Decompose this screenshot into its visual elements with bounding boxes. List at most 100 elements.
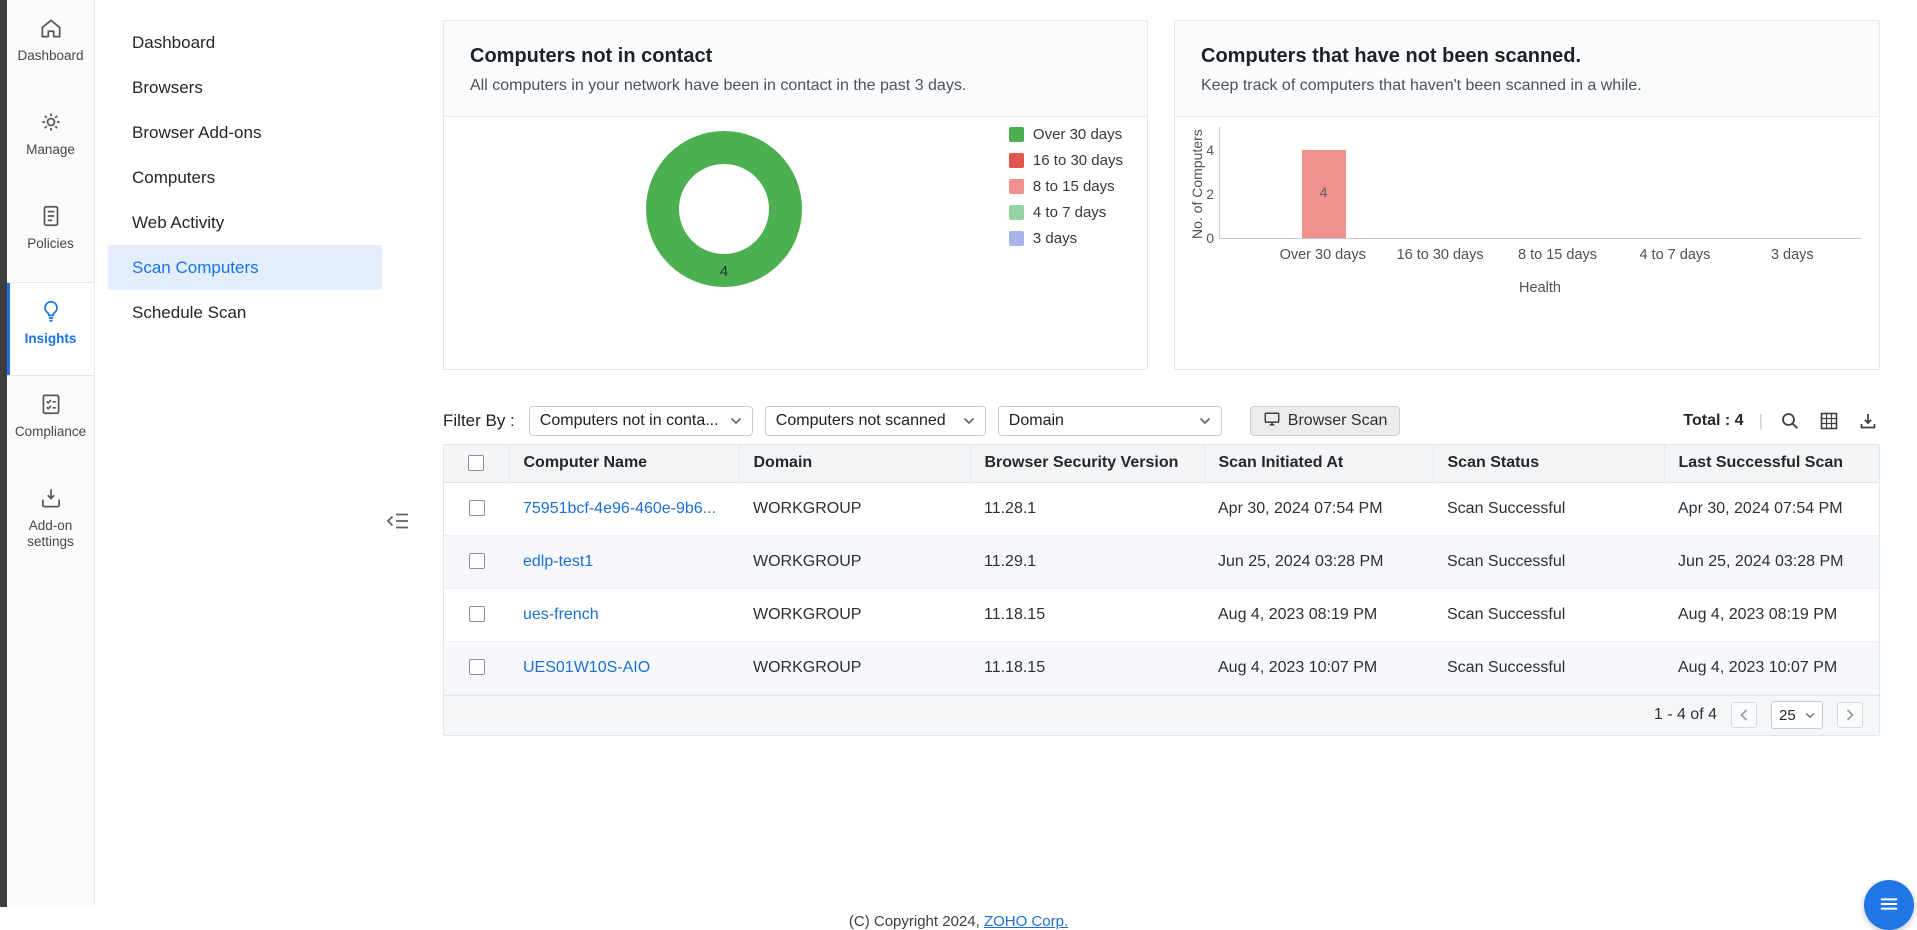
main-content: Computers not in contact All computers i… (395, 0, 1917, 907)
column-header-scan-initiated[interactable]: Scan Initiated At (1204, 445, 1433, 482)
legend-item-over-30-days[interactable]: Over 30 days (1009, 121, 1123, 147)
computer-name-link[interactable]: edlp-test1 (523, 553, 593, 570)
y-tick: 4 (1194, 142, 1214, 158)
last-scan-cell: Jun 25, 2024 03:28 PM (1664, 535, 1879, 588)
filter-by-label: Filter By : (443, 411, 515, 431)
table-header-row: Computer Name Domain Browser Security Ve… (444, 445, 1879, 482)
legend-item-4-to-7-days[interactable]: 4 to 7 days (1009, 199, 1123, 225)
toolbar-right-group: Total : 4 | (1683, 409, 1880, 433)
legend-item-3-days[interactable]: 3 days (1009, 225, 1123, 251)
select-all-checkbox[interactable] (468, 455, 484, 471)
quick-actions-fab[interactable] (1864, 880, 1914, 930)
pagination-bar: 1 - 4 of 4 25 (444, 695, 1879, 735)
row-checkbox[interactable] (469, 659, 485, 675)
rail-item-policies[interactable]: Policies (7, 188, 94, 282)
rail-item-insights[interactable]: Insights (7, 282, 94, 376)
sidebar-item-dashboard[interactable]: Dashboard (108, 20, 382, 65)
column-header-version[interactable]: Browser Security Version (970, 445, 1204, 482)
bar-chart-area: No. of Computers 4 2 0 4 Over 30 days (1175, 117, 1879, 343)
filter-domain-select[interactable]: Domain (998, 406, 1222, 436)
card-computers-not-in-contact: Computers not in contact All computers i… (443, 20, 1148, 370)
computer-name-link[interactable]: UES01W10S-AIO (523, 659, 650, 676)
version-cell: 11.18.15 (970, 588, 1204, 641)
browser-scan-button[interactable]: Browser Scan (1250, 406, 1401, 436)
page-size-select[interactable]: 25 (1771, 701, 1823, 729)
sidebar-item-scan-computers[interactable]: Scan Computers (108, 245, 382, 290)
filter-scanned-select[interactable]: Computers not scanned (765, 406, 986, 436)
card-title: Computers that have not been scanned. (1201, 45, 1853, 68)
total-count-label: Total : 4 (1683, 412, 1743, 430)
rail-item-compliance[interactable]: Compliance (7, 376, 94, 470)
computer-name-link[interactable]: ues-french (523, 606, 599, 623)
table-row: ues-french WORKGROUP 11.18.15 Aug 4, 202… (444, 588, 1879, 641)
card-header: Computers not in contact All computers i… (444, 21, 1147, 117)
legend-swatch (1009, 127, 1024, 142)
legend-swatch (1009, 179, 1024, 194)
rail-item-dashboard[interactable]: Dashboard (7, 0, 94, 94)
window-left-edge (0, 0, 7, 925)
legend-item-8-to-15-days[interactable]: 8 to 15 days (1009, 173, 1123, 199)
menu-icon (1878, 893, 1900, 918)
scan-computers-table: Computer Name Domain Browser Security Ve… (443, 444, 1880, 736)
column-header-domain[interactable]: Domain (739, 445, 970, 482)
domain-cell: WORKGROUP (739, 482, 970, 535)
table-row: edlp-test1 WORKGROUP 11.29.1 Jun 25, 202… (444, 535, 1879, 588)
legend-item-16-to-30-days[interactable]: 16 to 30 days (1009, 147, 1123, 173)
export-icon[interactable] (1856, 409, 1880, 433)
row-checkbox[interactable] (469, 500, 485, 516)
insight-cards: Computers not in contact All computers i… (443, 20, 1880, 370)
rail-item-addon-settings[interactable]: Add-on settings (7, 470, 94, 564)
rail-item-manage[interactable]: Manage (7, 94, 94, 188)
domain-cell: WORKGROUP (739, 641, 970, 694)
table-row: UES01W10S-AIO WORKGROUP 11.18.15 Aug 4, … (444, 641, 1879, 694)
scan-status-cell: Scan Successful (1433, 641, 1664, 694)
legend-swatch (1009, 231, 1024, 246)
column-chooser-icon[interactable] (1817, 409, 1841, 433)
previous-page-button[interactable] (1731, 702, 1757, 728)
row-checkbox[interactable] (469, 553, 485, 569)
scan-initiated-cell: Aug 4, 2023 08:19 PM (1204, 588, 1433, 641)
version-cell: 11.29.1 (970, 535, 1204, 588)
insights-icon (38, 298, 64, 324)
rail-label-dashboard: Dashboard (17, 48, 83, 64)
sidebar-item-web-activity[interactable]: Web Activity (108, 200, 382, 245)
sidebar-item-browsers[interactable]: Browsers (108, 65, 382, 110)
y-tick: 2 (1194, 186, 1214, 202)
sidebar-item-computers[interactable]: Computers (108, 155, 382, 200)
column-header-computer-name[interactable]: Computer Name (509, 445, 739, 482)
search-icon[interactable] (1778, 409, 1802, 433)
x-axis-label: Health (1219, 280, 1861, 296)
legend-swatch (1009, 205, 1024, 220)
computer-name-link[interactable]: 75951bcf-4e96-460e-9b6... (523, 500, 716, 517)
browser-scan-icon (1263, 410, 1281, 433)
card-computers-not-scanned: Computers that have not been scanned. Ke… (1174, 20, 1880, 370)
sidebar-item-browser-addons[interactable]: Browser Add-ons (108, 110, 382, 155)
rail-label-insights: Insights (25, 331, 77, 347)
select-all-cell (444, 445, 509, 482)
version-cell: 11.18.15 (970, 641, 1204, 694)
scan-initiated-cell: Aug 4, 2023 10:07 PM (1204, 641, 1433, 694)
last-scan-cell: Aug 4, 2023 08:19 PM (1664, 588, 1879, 641)
zoho-corp-link[interactable]: ZOHO Corp. (984, 913, 1068, 930)
card-title: Computers not in contact (470, 45, 1121, 68)
sidebar-collapse-button[interactable] (382, 508, 414, 539)
row-checkbox[interactable] (469, 606, 485, 622)
addon-settings-icon (38, 485, 64, 511)
column-header-last-scan[interactable]: Last Successful Scan (1664, 445, 1879, 482)
card-subtitle: All computers in your network have been … (470, 77, 1121, 95)
domain-cell: WORKGROUP (739, 535, 970, 588)
column-header-scan-status[interactable]: Scan Status (1433, 445, 1664, 482)
filter-contact-select[interactable]: Computers not in conta... (529, 406, 753, 436)
chevron-down-icon (730, 417, 742, 425)
scan-initiated-cell: Jun 25, 2024 03:28 PM (1204, 535, 1433, 588)
donut-chart: 4 (646, 131, 802, 287)
next-page-button[interactable] (1837, 702, 1863, 728)
filter-toolbar: Filter By : Computers not in conta... Co… (443, 406, 1880, 436)
x-axis-ticks: Over 30 days 16 to 30 days 8 to 15 days … (1219, 247, 1861, 263)
sidebar-item-schedule-scan[interactable]: Schedule Scan (108, 290, 382, 335)
version-cell: 11.28.1 (970, 482, 1204, 535)
chevron-down-icon (963, 417, 975, 425)
chevron-down-icon (1199, 417, 1211, 425)
scan-status-cell: Scan Successful (1433, 482, 1664, 535)
icon-rail: Dashboard Manage Policies Insights Compl… (7, 0, 95, 925)
